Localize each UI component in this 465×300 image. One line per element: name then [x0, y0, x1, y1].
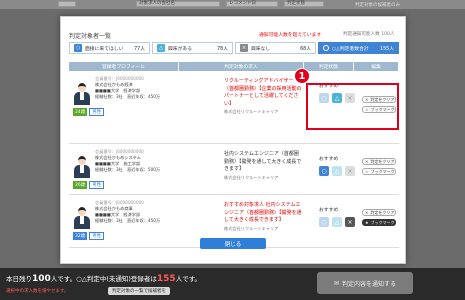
gender-badge: 男性 — [89, 232, 105, 240]
circle-icon — [323, 45, 329, 51]
triangle-icon[interactable]: △ — [332, 166, 342, 176]
age-badge: 26歳 — [73, 181, 88, 189]
close-button[interactable]: 閉じる — [200, 238, 266, 249]
judgement-summary-tabs: ○ 面接に来てほしい 77人 △ 興味がある 78人 × 興味なし 68人 ○△判定者… — [69, 42, 399, 54]
header-status: 判定状態 — [304, 62, 354, 71]
x-icon[interactable]: × — [345, 217, 355, 227]
summary-interested: △ 興味がある 78人 — [152, 42, 233, 54]
callout-number-badge: 1 — [294, 68, 310, 84]
edit-actions: × 判定をクリア ★ ブックマーク — [362, 209, 396, 229]
bookmark-button[interactable]: ☆ ブックマーク — [362, 168, 396, 175]
circle-icon[interactable]: ○ — [319, 166, 329, 176]
header-job: 判定対象の求人 — [179, 62, 304, 71]
summary-not-interested: × 興味なし 68人 — [235, 42, 316, 54]
star-icon: ☆ — [365, 169, 369, 174]
bg-field-status: 判定状態 — [284, 1, 324, 7]
avatar — [73, 206, 91, 230]
triangle-icon[interactable]: △ — [332, 217, 342, 227]
highlight-box — [306, 83, 399, 130]
circle-icon: ○ — [74, 44, 82, 52]
header-profile: 登録者プロフィール — [69, 62, 179, 71]
bg-field-0 — [58, 1, 76, 7]
clear-judgement-button[interactable]: × 判定をクリア — [362, 209, 396, 216]
job-company: 株式会社リクルートキャリア — [224, 109, 279, 114]
footer-summary: 本日残り100人です。○△判定中(未通知)登録者は155人です。 — [6, 274, 202, 284]
judgement-status: おすすめ ○ △ × — [319, 155, 361, 176]
summary-total: ○△判定者数合計 155人 — [318, 42, 399, 54]
job-title[interactable]: おすすめ対象求人 社内システムエンジニア（首都圏勤務）【開発を通して大きく成長で… — [224, 202, 302, 232]
bg-field-company: 対象求人の会社名 — [136, 1, 220, 7]
avatar — [73, 155, 91, 179]
x-icon: × — [240, 44, 248, 52]
judgement-target-modal: 判定対象者一覧 通知可能人数を超えています 判定通知可能人数 100人 ○ 面接… — [60, 16, 406, 264]
header-edit: 編集 — [354, 62, 399, 71]
candidate-experience: 経験社数：3社 直近年収：500万 — [95, 167, 161, 172]
table-header: 登録者プロフィール 判定対象の求人 判定状態 編集 — [69, 62, 399, 71]
footer-note: 選択中の求人数を増やせます。 — [6, 289, 69, 294]
limit-exceeded-notice: 通知可能人数を超えています — [259, 33, 322, 38]
gender-badge: 男性 — [89, 108, 105, 116]
bookmark-button[interactable]: ★ ブックマーク — [362, 219, 396, 226]
candidate-experience: 経験社数：3社 直近年収：450万 — [95, 94, 161, 99]
bg-field-date: レコメンド日 — [226, 1, 278, 7]
circle-icon[interactable]: ○ — [319, 217, 329, 227]
age-badge: 32歳 — [73, 232, 88, 240]
avatar — [73, 82, 91, 106]
job-company: 株式会社リクルートキャリア — [224, 174, 279, 180]
x-icon[interactable]: × — [345, 166, 355, 176]
notify-limit: 判定通知可能人数 100人 — [343, 32, 395, 37]
modal-title: 判定対象者一覧 — [69, 33, 112, 40]
summary-interview: ○ 面接に来てほしい 77人 — [69, 42, 150, 54]
bg-checkbox-label: 判定対象の候補者のみ — [355, 3, 400, 8]
mail-icon: ✉ — [333, 279, 339, 287]
clear-icon: × — [365, 159, 369, 164]
job-company: 株式会社リクルートキャリア — [224, 225, 279, 231]
clear-judgement-button[interactable]: × 判定をクリア — [362, 158, 396, 165]
notification-footer: 本日残り100人です。○△判定中(未通知)登録者は155人です。 選択中の求人数… — [0, 268, 465, 300]
footer-link-button[interactable]: 判定対象の一覧で候補者を — [108, 287, 170, 295]
gender-badge: 男性 — [89, 181, 105, 189]
notify-judgement-button[interactable]: ✉ 判定内容を通知する — [317, 272, 413, 294]
age-badge: 24歳 — [73, 108, 88, 116]
candidate-experience: 経験社数：3社 直近年収：450万 — [95, 218, 161, 223]
job-title[interactable]: リクルーティングアドバイザー（首都圏勤務）【企業の採用活動のパートナーとして活躍… — [224, 78, 302, 116]
clear-icon: × — [365, 210, 369, 215]
table-row: 26歳 男性 会員番号：J0000000000 株式会社かもめシステム ■■■■大… — [69, 145, 399, 195]
job-title[interactable]: 社内システムエンジニア（首都圏勤務）【開発を通して大きく成長できます】 株式会社… — [224, 151, 302, 181]
star-icon: ★ — [365, 220, 369, 225]
edit-actions: × 判定をクリア ☆ ブックマーク — [362, 158, 396, 178]
judgement-status: おすすめ ○ △ × — [319, 206, 361, 227]
triangle-icon: △ — [157, 44, 165, 52]
